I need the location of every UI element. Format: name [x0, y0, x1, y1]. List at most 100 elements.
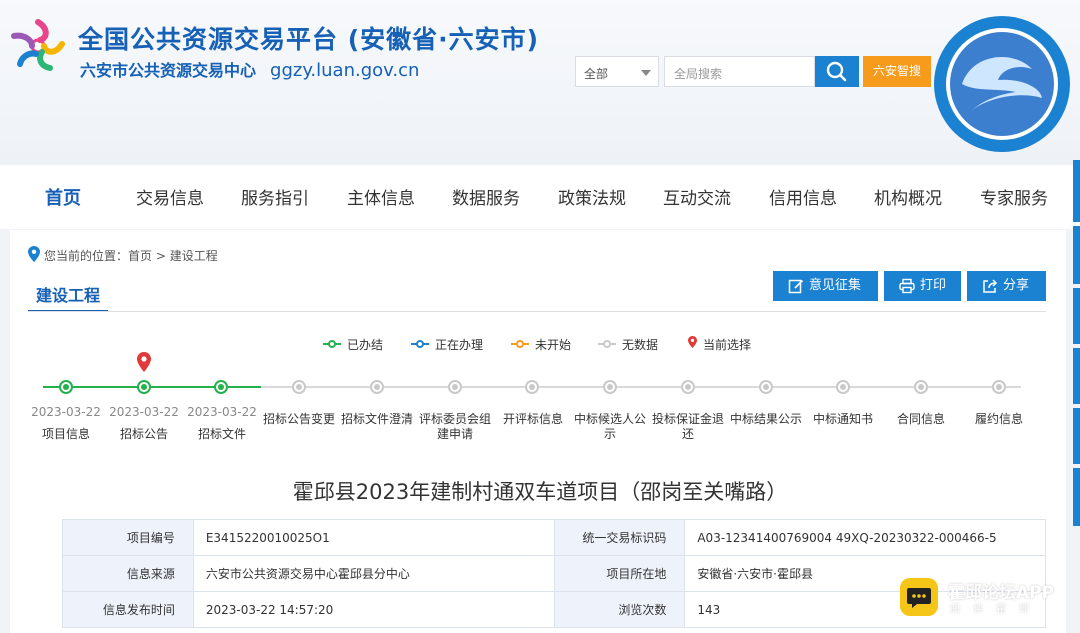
step-node[interactable] [137, 380, 151, 394]
field-label: 浏览次数 [553, 591, 686, 628]
breadcrumb-separator: > [155, 249, 166, 263]
step-date: 2023-03-22 [187, 405, 257, 419]
step-node[interactable] [914, 380, 928, 394]
share-button[interactable]: 分享 [967, 271, 1046, 301]
breadcrumb-home[interactable]: 首页 [128, 249, 152, 263]
step-label[interactable]: 项目信息 [29, 427, 103, 442]
search-icon [826, 61, 847, 82]
legend-in-progress: 正在办理 [435, 338, 484, 352]
side-float-tab[interactable] [1073, 288, 1080, 344]
chevron-down-icon [641, 70, 651, 76]
step-node[interactable] [59, 380, 73, 394]
step-node[interactable] [992, 380, 1006, 394]
feedback-button[interactable]: 意见征集 [773, 271, 878, 301]
share-label: 分享 [1003, 278, 1030, 293]
step-label[interactable]: 履约信息 [962, 412, 1036, 427]
legend-current-pin-icon [688, 336, 697, 348]
legend-in-progress-icon [416, 340, 424, 348]
print-button[interactable]: 打印 [884, 271, 961, 301]
search-button[interactable] [815, 56, 859, 87]
step-node[interactable] [370, 380, 384, 394]
breadcrumb-current[interactable]: 建设工程 [170, 249, 218, 263]
search-scope-select[interactable]: 全部 [575, 56, 659, 87]
legend-done: 已办结 [347, 338, 384, 352]
side-float-tab[interactable] [1073, 226, 1080, 284]
field-label: 项目编号 [62, 519, 194, 556]
step-label[interactable]: 评标委员会组建申请 [418, 412, 492, 442]
site-title: 全国公共资源交易平台 (安徽省·六安市) [78, 25, 540, 54]
edit-icon [788, 279, 804, 294]
legend-current: 当前选择 [703, 338, 752, 352]
watermark-subtitle: 阅读霍邱 [950, 604, 1042, 615]
nav-item-credit[interactable]: 信用信息 [769, 184, 837, 209]
nav-item-policy[interactable]: 政策法规 [558, 184, 626, 209]
step-label[interactable]: 投标保证金退还 [651, 412, 725, 442]
step-label[interactable]: 中标通知书 [806, 412, 880, 427]
printer-icon [899, 278, 915, 294]
step-label[interactable]: 招标公告变更 [262, 412, 336, 427]
step-label[interactable]: 招标公告 [107, 427, 181, 442]
side-float-tab[interactable] [1073, 348, 1080, 404]
site-header: 全国公共资源交易平台 (安徽省·六安市) 六安市公共资源交易中心 ggzy.lua… [0, 0, 1080, 165]
step-node[interactable] [603, 380, 617, 394]
nav-item-org[interactable]: 机构概况 [874, 184, 942, 209]
field-value: A03-12341400769004 49XQ-20230322-000466-… [684, 519, 1046, 556]
step-node[interactable] [525, 380, 539, 394]
legend-no-data: 无数据 [622, 338, 659, 352]
table-row: 项目编号 E3415220010025O1 统一交易标识码 A03-123414… [62, 519, 1046, 556]
field-label: 统一交易标识码 [553, 519, 686, 556]
tab-construction[interactable]: 建设工程 [28, 282, 108, 312]
legend-not-started-icon [516, 340, 524, 348]
step-label[interactable]: 合同信息 [884, 412, 958, 427]
side-float-tab[interactable] [1073, 160, 1080, 222]
location-pin-icon [28, 246, 40, 262]
step-node[interactable] [836, 380, 850, 394]
main-nav: 首页 交易信息 服务指引 主体信息 数据服务 政策法规 互动交流 信用信息 机构… [0, 165, 1080, 229]
field-label: 信息来源 [62, 555, 194, 592]
step-label[interactable]: 招标文件 [185, 427, 259, 442]
step-node[interactable] [681, 380, 695, 394]
project-title: 霍邱县2023年建制村通双车道项目（邵岗至关嘴路） [292, 480, 788, 504]
feedback-label: 意见征集 [809, 278, 862, 293]
nav-item-home[interactable]: 首页 [45, 184, 81, 210]
step-node[interactable] [214, 380, 228, 394]
legend-done-icon [328, 340, 336, 348]
field-value: E3415220010025O1 [192, 519, 555, 556]
site-domain: ggzy.luan.gov.cn [270, 60, 420, 81]
breadcrumb-prefix: 您当前的位置： [44, 249, 129, 263]
field-label: 项目所在地 [553, 555, 686, 592]
tab-divider [28, 311, 1046, 312]
step-date: 2023-03-22 [109, 405, 179, 419]
step-label[interactable]: 招标文件澄清 [340, 412, 414, 427]
smart-search-button[interactable]: 六安智搜 [863, 56, 931, 87]
field-value: 六安市公共资源交易中心霍邱县分中心 [192, 555, 555, 592]
legend-not-started: 未开始 [535, 338, 572, 352]
breadcrumb: 您当前的位置：首页 > 建设工程 [44, 247, 218, 264]
progress-track-done [43, 386, 261, 388]
nav-item-service-guide[interactable]: 服务指引 [241, 184, 309, 209]
center-name: 六安市公共资源交易中心 [80, 61, 257, 80]
step-date: 2023-03-22 [31, 405, 101, 419]
search-input[interactable]: 全局搜索 [664, 56, 815, 87]
side-float-tab[interactable] [1073, 408, 1080, 464]
alliance-badge-icon [934, 16, 1070, 152]
nav-item-data-service[interactable]: 数据服务 [452, 184, 520, 209]
field-label: 信息发布时间 [62, 591, 194, 628]
step-node[interactable] [759, 380, 773, 394]
current-step-pin-icon [137, 352, 151, 372]
nav-item-subject-info[interactable]: 主体信息 [347, 184, 415, 209]
step-node[interactable] [448, 380, 462, 394]
step-label[interactable]: 开评标信息 [496, 412, 570, 427]
print-label: 打印 [920, 278, 947, 293]
step-label[interactable]: 中标候选人公示 [573, 412, 647, 442]
nav-item-expert[interactable]: 专家服务 [980, 184, 1048, 209]
step-node[interactable] [292, 380, 306, 394]
legend-no-data-icon [603, 340, 611, 348]
chat-bubble-icon [900, 578, 938, 616]
nav-item-trade-info[interactable]: 交易信息 [136, 184, 204, 209]
step-label[interactable]: 中标结果公示 [729, 412, 803, 427]
platform-logo-icon [11, 19, 65, 71]
nav-item-interaction[interactable]: 互动交流 [663, 184, 731, 209]
site-subtitle: 六安市公共资源交易中心 ggzy.luan.gov.cn [80, 57, 419, 81]
field-value: 2023-03-22 14:57:20 [192, 591, 555, 628]
